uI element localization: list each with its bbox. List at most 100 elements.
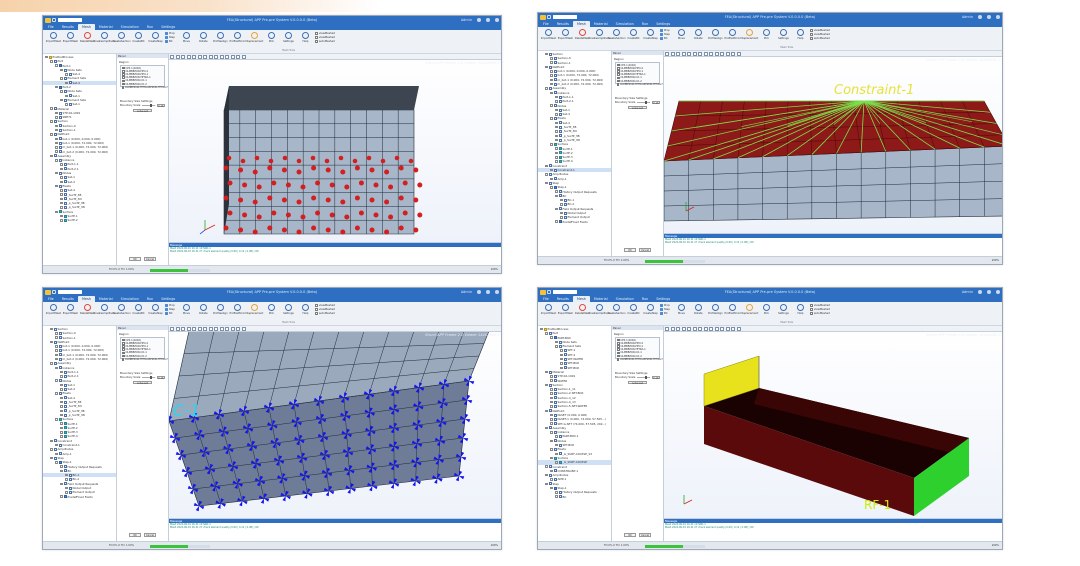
- node-marker[interactable]: [226, 155, 232, 161]
- close-icon[interactable]: [996, 15, 1000, 19]
- view-tool-icon[interactable]: [225, 327, 229, 331]
- viewport-3d[interactable]: Struct APP Frame 2.0 Viewer 1440X900-1: [169, 54, 501, 242]
- move-button[interactable]: Move: [674, 304, 689, 315]
- createbc-button[interactable]: CreateBC: [626, 29, 641, 40]
- ribbon-small-bc[interactable]: BC: [660, 37, 670, 40]
- view-tool-icon[interactable]: [197, 327, 202, 331]
- expand-icon[interactable]: [60, 176, 63, 179]
- expand-icon[interactable]: [65, 94, 68, 98]
- checkbox-icon[interactable]: [617, 83, 619, 86]
- checkbox-icon[interactable]: [617, 67, 620, 70]
- checkbox-icon[interactable]: [617, 351, 620, 355]
- ribbon-check-0[interactable]: viewMeshed: [314, 304, 335, 307]
- pick-button[interactable]: Pick: [759, 29, 774, 40]
- view-tool-icon[interactable]: [731, 52, 735, 56]
- expand-icon[interactable]: [55, 111, 58, 115]
- close-icon[interactable]: [495, 290, 499, 294]
- expand-icon[interactable]: [545, 87, 548, 90]
- expand-icon[interactable]: [60, 219, 63, 222]
- ribbon-small-prop[interactable]: Prop: [165, 32, 175, 35]
- expand-icon[interactable]: [55, 64, 58, 67]
- expand-icon[interactable]: [550, 168, 553, 172]
- view-tool-icon[interactable]: [208, 55, 213, 59]
- expand-icon[interactable]: [60, 163, 63, 166]
- expand-icon[interactable]: [550, 422, 553, 425]
- boundary-scale-value[interactable]: 0.16: [652, 375, 660, 379]
- expand-icon[interactable]: [550, 117, 553, 120]
- tree-item[interactable]: PredefFined Fields: [43, 495, 116, 499]
- expand-icon[interactable]: [555, 160, 558, 163]
- ok-button[interactable]: OK: [624, 248, 636, 252]
- view-tool-icon[interactable]: [175, 55, 180, 59]
- expand-icon[interactable]: [560, 362, 563, 365]
- boundary-scale-slider[interactable]: [637, 100, 650, 104]
- node-marker[interactable]: [340, 199, 346, 205]
- node-marker[interactable]: [373, 182, 379, 188]
- expand-icon[interactable]: [555, 138, 558, 142]
- settings-button[interactable]: Settings: [776, 304, 791, 315]
- expand-icon[interactable]: [550, 431, 553, 434]
- expand-icon[interactable]: [560, 349, 563, 352]
- expand-icon[interactable]: [55, 392, 58, 395]
- minimize-icon[interactable]: [477, 18, 481, 22]
- expand-icon[interactable]: [60, 388, 63, 391]
- expand-icon[interactable]: [555, 130, 558, 133]
- expand-icon[interactable]: [555, 121, 558, 125]
- view-tool-icon[interactable]: [709, 327, 713, 331]
- expand-icon[interactable]: [560, 198, 563, 202]
- viewport-3d[interactable]: Constraint-1 Struct APP Frame 2.0 Viewer…: [664, 51, 1002, 233]
- model-render[interactable]: RF-1: [664, 326, 1002, 518]
- boundary-scale-slider[interactable]: [142, 103, 155, 107]
- node-marker[interactable]: [256, 214, 262, 220]
- expand-icon[interactable]: [555, 147, 558, 150]
- node-marker[interactable]: [267, 165, 273, 171]
- node-marker[interactable]: [340, 169, 346, 175]
- pick-button[interactable]: Pick: [759, 304, 774, 315]
- node-marker[interactable]: [300, 214, 306, 220]
- user-name[interactable]: Admin: [461, 16, 472, 24]
- expand-icon[interactable]: [50, 133, 53, 136]
- expand-icon[interactable]: [55, 150, 58, 153]
- expand-icon[interactable]: [555, 491, 558, 494]
- node-marker[interactable]: [388, 184, 394, 190]
- boundary-scale-value[interactable]: 0.16: [157, 375, 165, 379]
- expand-icon[interactable]: [555, 443, 558, 447]
- view-tool-icon[interactable]: [219, 55, 224, 59]
- rotate-button[interactable]: Rotate: [196, 304, 211, 315]
- node-marker[interactable]: [373, 212, 379, 218]
- expand-icon[interactable]: [55, 418, 58, 421]
- settings-button[interactable]: Settings: [281, 32, 296, 43]
- maximize-icon[interactable]: [486, 18, 490, 22]
- move-button[interactable]: Move: [179, 32, 194, 43]
- node-marker[interactable]: [398, 225, 404, 231]
- expand-icon[interactable]: [55, 116, 58, 119]
- rotate-button[interactable]: Rotate: [196, 32, 211, 43]
- expand-icon[interactable]: [60, 167, 63, 171]
- ribbon-small-step[interactable]: Step: [165, 308, 175, 311]
- checkbox-icon[interactable]: [122, 66, 125, 70]
- view-tool-icon[interactable]: [219, 327, 224, 331]
- view-tool-icon[interactable]: [720, 52, 724, 56]
- view-tool-icon[interactable]: [692, 327, 697, 331]
- model-tree[interactable]: Section Section-0 Section-1 NetPoint bot-1 (…: [43, 326, 117, 541]
- checkbox-icon[interactable]: [122, 351, 125, 355]
- expand-icon[interactable]: [555, 134, 558, 138]
- checkbox-icon[interactable]: [122, 358, 124, 361]
- importmesh-button[interactable]: ImportMesh: [541, 29, 556, 40]
- ok-button[interactable]: OK: [129, 257, 141, 261]
- settings-button[interactable]: Settings: [281, 304, 296, 315]
- view-tool-icon[interactable]: [203, 55, 207, 59]
- expand-icon[interactable]: [545, 164, 548, 168]
- view-tool-icon[interactable]: [236, 55, 240, 59]
- expand-icon[interactable]: [550, 57, 553, 60]
- node-marker[interactable]: [311, 225, 317, 231]
- view-tool-icon[interactable]: [181, 55, 185, 59]
- importmesh-button[interactable]: ImportMesh: [541, 304, 556, 315]
- node-marker[interactable]: [384, 229, 390, 235]
- expand-icon[interactable]: [560, 353, 563, 357]
- expand-icon[interactable]: [555, 495, 558, 498]
- region-list[interactable]: CPS 1(1040) OLMBEZOR-HEX-2 OLMBEZOR-HEX-1 O…: [120, 336, 168, 361]
- expand-icon[interactable]: [60, 206, 63, 209]
- cancel-button[interactable]: Cancel: [144, 257, 156, 261]
- expand-icon[interactable]: [560, 211, 563, 215]
